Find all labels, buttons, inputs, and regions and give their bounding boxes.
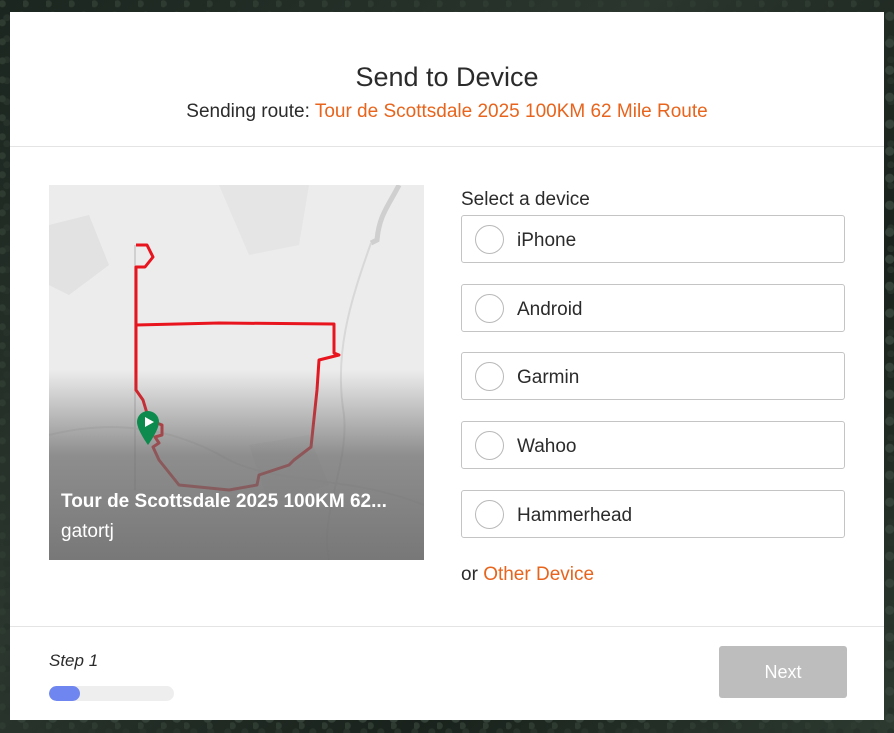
device-option-wahoo[interactable]: Wahoo [461,421,845,469]
device-option-garmin[interactable]: Garmin [461,352,845,400]
subtitle-prefix: Sending route: [186,101,315,122]
radio-button[interactable] [475,500,504,529]
radio-button[interactable] [475,294,504,323]
step-label: Step 1 [49,651,99,670]
route-preview-card[interactable]: Tour de Scottsdale 2025 100KM 62... gato… [49,185,424,560]
select-device-label: Select a device [461,189,590,210]
route-card-owner: gatortj [61,521,114,542]
device-option-label: Wahoo [517,436,577,457]
radio-button[interactable] [475,431,504,460]
modal-subtitle: Sending route: Tour de Scottsdale 2025 1… [10,101,884,123]
route-name-link[interactable]: Tour de Scottsdale 2025 100KM 62 Mile Ro… [315,101,708,122]
divider [10,626,884,627]
step-progress-fill [49,686,81,701]
device-option-android[interactable]: Android [461,284,845,332]
other-prefix: or [461,564,484,585]
step-progress-bar [49,686,174,701]
device-option-label: iPhone [517,230,577,251]
radio-button[interactable] [475,225,504,254]
device-option-hammerhead[interactable]: Hammerhead [461,490,845,538]
other-device-link[interactable]: Other Device [483,564,594,585]
start-pin-icon [137,411,159,445]
radio-button[interactable] [475,362,504,391]
device-option-iphone[interactable]: iPhone [461,215,845,263]
next-button[interactable]: Next [719,646,847,698]
device-option-label: Android [517,299,583,320]
route-card-title: Tour de Scottsdale 2025 100KM 62... [61,491,387,512]
other-device-line: or Other Device [461,564,594,586]
device-option-label: Hammerhead [517,505,633,526]
send-to-device-modal: Send to Device Sending route: Tour de Sc… [10,12,884,720]
device-option-label: Garmin [517,367,580,388]
modal-title: Send to Device [355,62,539,92]
divider [10,146,884,147]
